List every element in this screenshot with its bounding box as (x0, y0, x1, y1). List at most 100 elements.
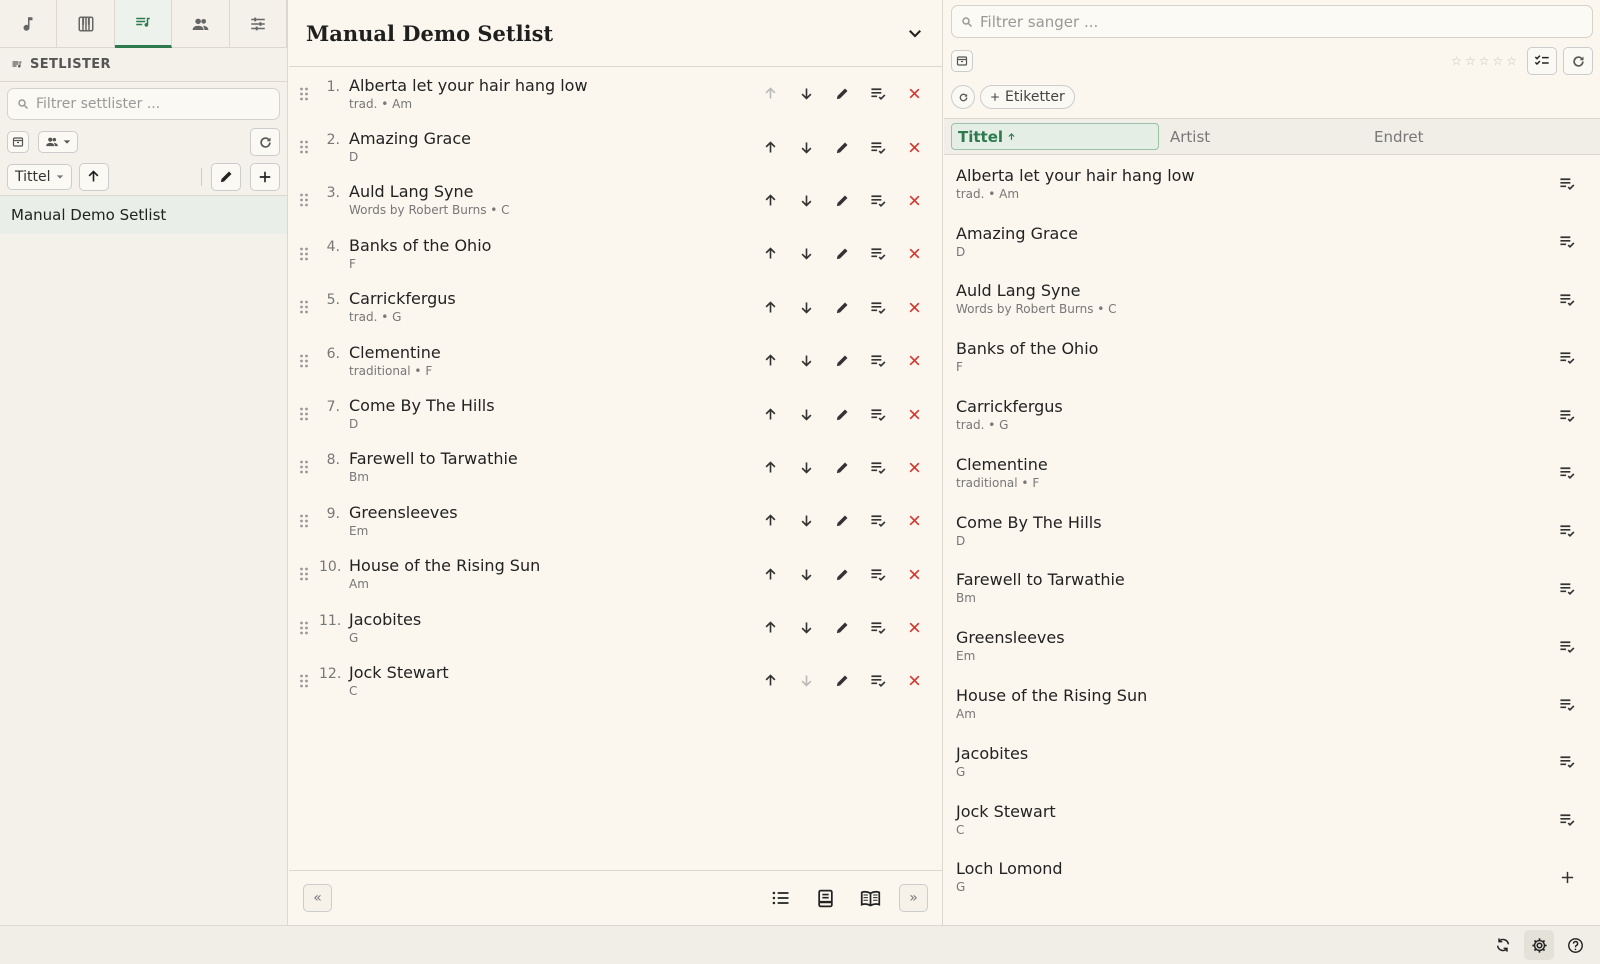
add-tag-button[interactable]: Etiketter (980, 85, 1075, 109)
move-down-button[interactable] (788, 613, 824, 643)
move-down-button[interactable] (788, 239, 824, 269)
setlist-song-row[interactable]: 3. Auld Lang Syne Words by Robert Burns • … (289, 174, 942, 227)
song-search-input[interactable] (980, 12, 1592, 31)
move-up-button[interactable] (752, 399, 788, 429)
remove-song-button[interactable] (896, 239, 932, 269)
tab-songs[interactable] (0, 0, 58, 48)
remove-song-button[interactable] (896, 79, 932, 109)
song-setlist-button[interactable] (860, 399, 896, 429)
in-setlist-button[interactable] (1552, 805, 1582, 835)
song-setlist-button[interactable] (860, 452, 896, 482)
setlist-song-row[interactable]: 10. House of the Rising Sun Am (289, 548, 942, 601)
edit-song-button[interactable] (824, 185, 860, 215)
sync-button[interactable] (1488, 930, 1518, 960)
setlist-song-row[interactable]: 12. Jock Stewart C (289, 654, 942, 707)
chevron-down-icon[interactable] (906, 24, 924, 42)
library-song-row[interactable]: Jacobites G (944, 733, 1600, 791)
library-song-row[interactable]: House of the Rising Sun Am (944, 675, 1600, 733)
book-view-button[interactable] (854, 883, 887, 913)
move-down-button[interactable] (788, 506, 824, 536)
move-down-button[interactable] (788, 132, 824, 162)
in-setlist-button[interactable] (1552, 169, 1582, 199)
drag-handle-icon[interactable] (289, 621, 319, 635)
drag-handle-icon[interactable] (289, 300, 319, 314)
in-setlist-button[interactable] (1552, 573, 1582, 603)
library-song-row[interactable]: Jock Stewart C (944, 791, 1600, 849)
move-up-button[interactable] (752, 185, 788, 215)
print-view-button[interactable] (809, 883, 842, 913)
edit-song-button[interactable] (824, 452, 860, 482)
song-setlist-button[interactable] (860, 132, 896, 162)
library-song-row[interactable]: Greensleeves Em (944, 617, 1600, 675)
setlist-song-row[interactable]: 2. Amazing Grace D (289, 120, 942, 173)
tab-people[interactable] (172, 0, 230, 48)
drag-handle-icon[interactable] (289, 674, 319, 688)
move-down-button[interactable] (788, 79, 824, 109)
in-setlist-button[interactable] (1552, 227, 1582, 257)
song-setlist-button[interactable] (860, 239, 896, 269)
column-header-title[interactable]: Tittel (951, 123, 1159, 150)
move-up-button[interactable] (752, 613, 788, 643)
move-down-button[interactable] (788, 452, 824, 482)
move-up-button[interactable] (752, 292, 788, 322)
in-setlist-button[interactable] (1552, 747, 1582, 777)
edit-song-button[interactable] (824, 399, 860, 429)
collapse-left-button[interactable]: « (303, 884, 332, 912)
remove-song-button[interactable] (896, 452, 932, 482)
library-song-row[interactable]: Farewell to Tarwathie Bm (944, 560, 1600, 618)
setlist-song-row[interactable]: 8. Farewell to Tarwathie Bm (289, 441, 942, 494)
remove-song-button[interactable] (896, 399, 932, 429)
in-setlist-button[interactable] (1552, 458, 1582, 488)
library-song-row[interactable]: Banks of the Ohio F (944, 328, 1600, 386)
group-filter-dropdown[interactable] (38, 131, 78, 153)
library-song-row[interactable]: Auld Lang Syne Words by Robert Burns • C (944, 271, 1600, 329)
tab-setlists[interactable] (114, 0, 173, 48)
refresh-button[interactable] (1563, 47, 1593, 75)
move-down-button[interactable] (788, 346, 824, 376)
move-up-button[interactable] (752, 132, 788, 162)
drag-handle-icon[interactable] (289, 567, 319, 581)
remove-song-button[interactable] (896, 613, 932, 643)
library-song-row[interactable]: Come By The Hills D (944, 502, 1600, 560)
in-setlist-button[interactable] (1552, 689, 1582, 719)
remove-song-button[interactable] (896, 559, 932, 589)
library-song-row[interactable]: Clementine traditional • F (944, 444, 1600, 502)
library-song-row[interactable]: Carrickfergus trad. • G (944, 386, 1600, 444)
in-setlist-button[interactable] (1552, 631, 1582, 661)
edit-song-button[interactable] (824, 239, 860, 269)
rating-filter[interactable]: ☆ ☆ ☆ ☆ ☆ (1451, 54, 1517, 68)
move-up-button[interactable] (752, 452, 788, 482)
move-up-button[interactable] (752, 506, 788, 536)
setlist-song-row[interactable]: 4. Banks of the Ohio F (289, 227, 942, 280)
library-song-row[interactable]: Loch Lomond G (944, 849, 1600, 907)
column-header-artist[interactable]: Artist (1159, 128, 1374, 146)
add-setlist-button[interactable] (250, 162, 280, 191)
remove-song-button[interactable] (896, 506, 932, 536)
song-setlist-button[interactable] (860, 666, 896, 696)
sort-field-select[interactable]: Tittel (7, 163, 72, 190)
edit-song-button[interactable] (824, 613, 860, 643)
remove-song-button[interactable] (896, 185, 932, 215)
move-up-button[interactable] (752, 666, 788, 696)
edit-song-button[interactable] (824, 666, 860, 696)
list-view-button[interactable] (764, 883, 797, 913)
setlist-list-item[interactable]: Manual Demo Setlist (0, 196, 287, 234)
setlist-song-row[interactable]: 6. Clementine traditional • F (289, 334, 942, 387)
in-setlist-button[interactable] (1552, 516, 1582, 546)
setlist-song-row[interactable]: 5. Carrickfergus trad. • G (289, 281, 942, 334)
drag-handle-icon[interactable] (289, 407, 319, 421)
remove-song-button[interactable] (896, 292, 932, 322)
archive-button[interactable] (7, 131, 29, 153)
archive-button[interactable] (951, 50, 973, 72)
remove-song-button[interactable] (896, 132, 932, 162)
sort-direction-button[interactable] (78, 162, 109, 191)
library-song-row[interactable]: Midnight Special (944, 906, 1600, 925)
song-setlist-button[interactable] (860, 506, 896, 536)
drag-handle-icon[interactable] (289, 193, 319, 207)
refresh-button[interactable] (250, 128, 280, 156)
collapse-right-button[interactable]: » (899, 884, 928, 912)
move-up-button[interactable] (752, 239, 788, 269)
in-setlist-button[interactable] (1552, 400, 1582, 430)
tab-settings[interactable] (230, 0, 288, 48)
drag-handle-icon[interactable] (289, 460, 319, 474)
